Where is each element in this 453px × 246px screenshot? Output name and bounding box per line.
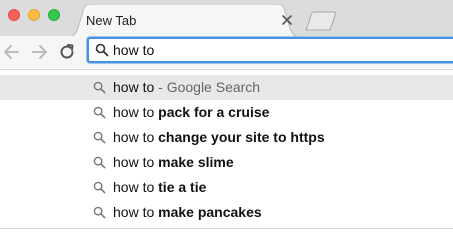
search-icon: [93, 156, 106, 169]
search-icon: [95, 43, 109, 57]
suggestion-item[interactable]: how to tie a tie: [0, 175, 453, 200]
reload-icon[interactable]: [57, 42, 77, 62]
suggestion-engine: - Google Search: [154, 79, 261, 95]
suggestion-prefix: how to: [113, 204, 159, 220]
suggestion-completion: change your site to https: [158, 129, 325, 145]
address-input[interactable]: [113, 41, 443, 59]
suggestion-completion: tie a tie: [158, 179, 207, 195]
new-tab-button[interactable]: [304, 11, 338, 31]
suggestion-item[interactable]: how to change your site to https: [0, 125, 453, 150]
suggestion-prefix: how to: [113, 154, 159, 170]
suggestion-prefix: how to: [113, 129, 159, 145]
search-icon: [93, 106, 106, 119]
suggestion-item[interactable]: how to pack for a cruise: [0, 100, 453, 125]
tab-title: New Tab: [86, 13, 137, 28]
suggestions-dropdown: how to - Google Search how to pack for a…: [0, 69, 453, 229]
tab-strip: New Tab: [0, 0, 453, 37]
suggestion-prefix: how to: [113, 79, 155, 95]
window-close-button[interactable]: [8, 9, 20, 21]
suggestion-prefix: how to: [113, 104, 159, 120]
address-bar[interactable]: [87, 37, 453, 63]
browser-window: New Tab how to how to - Google Search ho…: [0, 0, 453, 246]
tab-new-tab[interactable]: New Tab: [66, 4, 302, 37]
arrow-right-icon[interactable]: [29, 42, 49, 62]
search-icon: [93, 206, 106, 219]
suggestion-text: how to pack for a cruise: [113, 104, 269, 120]
window-maximize-button[interactable]: [48, 9, 60, 21]
suggestion-prefix: how to: [113, 179, 159, 195]
close-icon[interactable]: [280, 13, 294, 27]
suggestion-text: how to - Google Search: [113, 79, 260, 95]
suggestion-completion: make pancakes: [158, 204, 262, 220]
suggestion-item[interactable]: how to make pancakes: [0, 200, 453, 225]
suggestion-text: how to change your site to https: [113, 129, 325, 145]
window-minimize-button[interactable]: [28, 9, 40, 21]
suggestion-text: how to tie a tie: [113, 179, 206, 195]
arrow-left-icon[interactable]: [2, 42, 22, 62]
suggestion-text: how to make slime: [113, 154, 234, 170]
suggestion-completion: pack for a cruise: [158, 104, 270, 120]
suggestion-item[interactable]: how to make slime: [0, 150, 453, 175]
suggestion-item[interactable]: how to - Google Search: [0, 75, 453, 100]
suggestion-text: how to make pancakes: [113, 204, 262, 220]
search-icon: [93, 81, 106, 94]
search-icon: [93, 181, 106, 194]
search-icon: [93, 131, 106, 144]
suggestion-completion: make slime: [158, 154, 234, 170]
